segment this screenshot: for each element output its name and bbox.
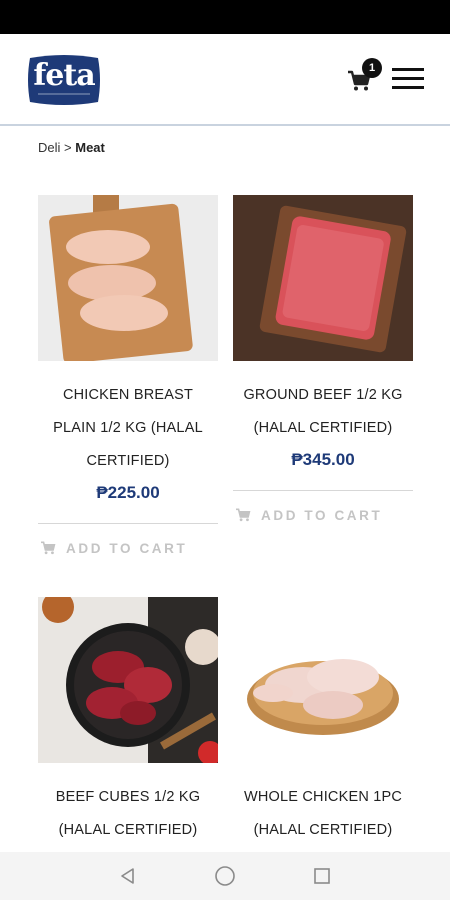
product-name-line: (HALAL CERTIFIED)	[253, 822, 393, 838]
breadcrumb-parent[interactable]: Deli	[38, 140, 60, 155]
chicken-breast-image[interactable]	[38, 195, 218, 361]
status-bar	[0, 0, 450, 34]
product-card: BEEF CUBES 1/2 KG (HALAL CERTIFIED)	[38, 597, 218, 847]
divider	[38, 523, 218, 524]
recents-button[interactable]	[302, 856, 342, 896]
recents-square-icon	[313, 868, 330, 884]
breadcrumb: Deli > Meat	[38, 140, 105, 155]
hamburger-menu-icon	[392, 68, 424, 71]
app-header: feta 1	[0, 34, 450, 126]
divider	[233, 490, 413, 491]
product-name-line: (HALAL CERTIFIED)	[253, 420, 393, 436]
product-name-line: GROUND BEEF 1/2 KG	[243, 387, 403, 403]
hamburger-line	[392, 77, 424, 80]
hamburger-menu-button[interactable]	[392, 68, 428, 90]
breadcrumb-current: Meat	[75, 140, 105, 155]
back-triangle-icon	[121, 868, 135, 884]
cart-count-badge: 1	[362, 58, 382, 78]
product-card: GROUND BEEF 1/2 KG (HALAL CERTIFIED) ₱34…	[233, 195, 413, 527]
product-name-line: PLAIN 1/2 KG (HALAL	[53, 420, 203, 436]
add-to-cart-button[interactable]: ADD TO CART	[38, 536, 218, 560]
ground-beef-image[interactable]	[233, 195, 413, 361]
breadcrumb-separator: >	[64, 140, 72, 155]
product-name[interactable]: CHICKEN BREAST PLAIN 1/2 KG (HALAL CERTI…	[38, 379, 218, 478]
product-name-line: CERTIFIED)	[86, 453, 170, 469]
cart-icon	[41, 541, 56, 555]
feta-logo[interactable]: feta	[24, 52, 104, 108]
product-name[interactable]: WHOLE CHICKEN 1PC (HALAL CERTIFIED)	[233, 781, 413, 847]
product-name-line: (HALAL CERTIFIED)	[58, 822, 198, 838]
back-button[interactable]	[108, 856, 148, 896]
add-to-cart-button[interactable]: ADD TO CART	[233, 503, 413, 527]
product-name-line: BEEF CUBES 1/2 KG	[55, 789, 201, 805]
cart-button[interactable]: 1	[345, 58, 385, 98]
whole-chicken-image[interactable]	[233, 597, 413, 763]
cart-icon	[236, 508, 251, 522]
product-name-line: CHICKEN BREAST	[62, 387, 194, 403]
logo-text: feta	[33, 58, 95, 93]
product-name[interactable]: BEEF CUBES 1/2 KG (HALAL CERTIFIED)	[38, 781, 218, 847]
product-price: ₱345.00	[291, 450, 355, 469]
home-button[interactable]	[205, 856, 245, 896]
product-price: ₱225.00	[96, 483, 160, 502]
product-card: CHICKEN BREAST PLAIN 1/2 KG (HALAL CERTI…	[38, 195, 218, 560]
hamburger-line	[392, 86, 424, 89]
home-circle-icon	[215, 866, 235, 886]
product-name-line: WHOLE CHICKEN 1PC	[243, 789, 403, 805]
system-navigation-bar	[0, 852, 450, 900]
add-to-cart-label: ADD TO CART	[66, 540, 188, 556]
add-to-cart-label: ADD TO CART	[261, 507, 383, 523]
product-name[interactable]: GROUND BEEF 1/2 KG (HALAL CERTIFIED)	[233, 379, 413, 445]
beef-cubes-image[interactable]	[38, 597, 218, 763]
product-card: WHOLE CHICKEN 1PC (HALAL CERTIFIED)	[233, 597, 413, 847]
